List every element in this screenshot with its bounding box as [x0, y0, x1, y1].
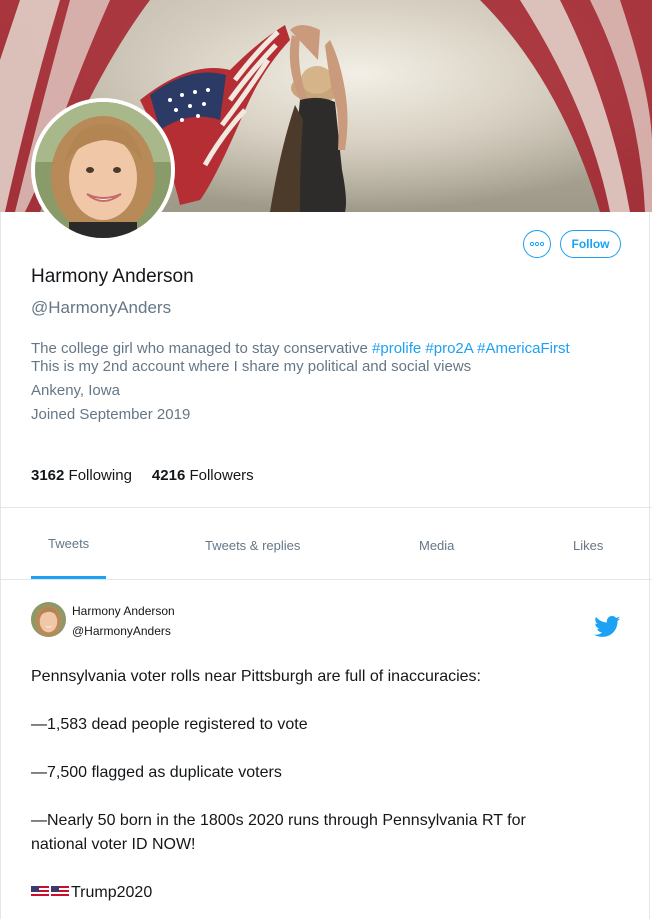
profile-bio: The college girl who managed to stay con… [31, 340, 631, 376]
tweet-text-line: —1,583 dead people registered to vote [31, 716, 308, 733]
follow-button[interactable]: Follow [560, 230, 621, 258]
tweet-author-avatar[interactable] [31, 602, 66, 637]
following-count: 3162 [31, 467, 65, 484]
tweet-text-line: —Nearly 50 born in the 1800s 2020 runs t… [31, 812, 526, 829]
us-flag-icon [51, 886, 69, 898]
hashtag-link[interactable]: #AmericaFirst [477, 340, 570, 357]
profile-stats: 3162 Following 4216 Followers [31, 467, 254, 484]
followers-label: Followers [189, 467, 254, 484]
following-link[interactable]: 3162 Following [31, 467, 132, 484]
hashtag-link[interactable]: #pro2A [425, 340, 473, 357]
profile-name: Harmony Anderson [31, 266, 194, 287]
more-dots-icon [530, 241, 544, 247]
followers-link[interactable]: 4216 Followers [152, 467, 254, 484]
profile-joined-date: Joined September 2019 [31, 406, 191, 423]
followers-count: 4216 [151, 467, 186, 484]
profile-avatar[interactable] [31, 98, 175, 242]
tweet-author-name[interactable]: Harmony Anderson [72, 604, 175, 618]
bio-line-2: This is my 2nd account where I share my … [31, 358, 472, 375]
us-flag-icon [31, 886, 49, 898]
hashtag-link[interactable]: #prolife [372, 340, 421, 357]
tweet-text-line: national voter ID NOW! [31, 836, 196, 853]
tab-likes[interactable]: Likes [573, 538, 603, 553]
tweet-text-line: —7,500 flagged as duplicate voters [31, 764, 282, 781]
tab-media[interactable]: Media [419, 538, 454, 553]
tab-tweets[interactable]: Tweets [48, 536, 89, 551]
tweet-author-handle[interactable]: @HarmonyAnders [72, 624, 171, 638]
tab-tweets-replies[interactable]: Tweets & replies [205, 538, 300, 553]
divider [0, 507, 652, 508]
tweet-hashtag-text: Trump2020 [71, 884, 153, 901]
tweet-hashtag-line: Trump2020 [31, 881, 631, 905]
following-label: Following [68, 467, 132, 484]
tweet-text-line: Pennsylvania voter rolls near Pittsburgh… [31, 668, 481, 685]
tweet-avatar-photo [31, 602, 66, 637]
twitter-bird-icon[interactable] [594, 616, 621, 638]
more-options-button[interactable] [523, 230, 551, 258]
bio-text: The college girl who managed to stay con… [31, 340, 373, 357]
profile-location: Ankeny, Iowa [31, 382, 120, 399]
divider [0, 579, 652, 580]
profile-handle[interactable]: @HarmonyAnders [31, 298, 171, 318]
avatar-photo [35, 102, 171, 238]
